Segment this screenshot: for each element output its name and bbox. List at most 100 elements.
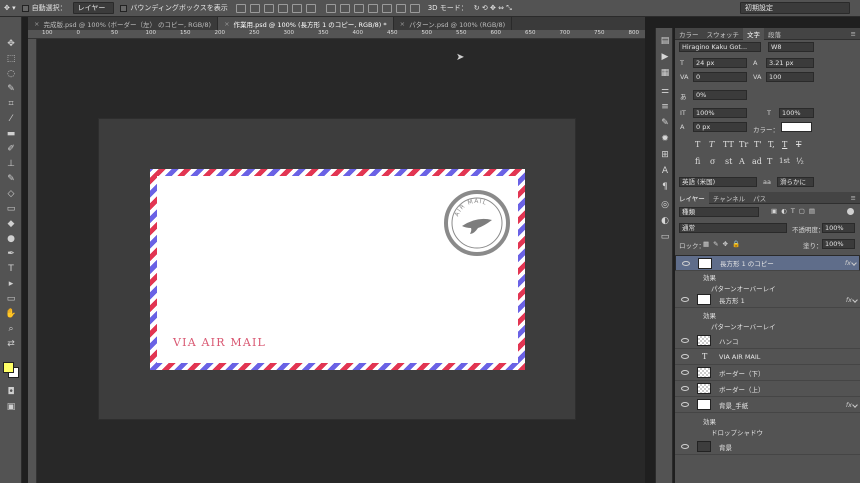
visibility-eye-icon[interactable]	[681, 297, 689, 302]
visibility-eye-icon[interactable]	[681, 370, 689, 375]
layer-row[interactable]: 背景	[675, 439, 860, 455]
small-caps-toggle[interactable]: Tr	[739, 140, 748, 149]
history-panel-icon[interactable]: ▤	[659, 36, 671, 46]
superscript-toggle[interactable]: T'	[754, 140, 762, 149]
subscript-toggle[interactable]: T,	[768, 140, 775, 149]
slide-3d-icon[interactable]: ⇔	[498, 4, 504, 12]
visibility-eye-icon[interactable]	[681, 338, 689, 343]
leading-field[interactable]: 3.21 px	[766, 58, 814, 68]
distribute-left-icon[interactable]	[367, 3, 378, 13]
faux-italic-toggle[interactable]: T	[709, 140, 714, 149]
3d-panel-icon[interactable]: ◎	[659, 200, 671, 210]
align-buttons[interactable]	[234, 2, 318, 15]
tsume-field[interactable]: 0%	[693, 90, 747, 100]
layer-row[interactable]: ハンコ	[675, 333, 860, 349]
align-hcenter-icon[interactable]	[291, 3, 302, 13]
layer-row[interactable]: T VIA AIR MAIL	[675, 349, 860, 365]
tab-completed-psd[interactable]: × 完成版.psd @ 100% (ボーダー（左） のコピー, RGB/8)	[28, 17, 219, 30]
bounding-box-checkbox[interactable]: バウンディングボックスを表示	[120, 2, 228, 15]
fractions-toggle[interactable]: ½	[796, 157, 804, 166]
strikethrough-toggle[interactable]: T	[796, 140, 801, 149]
crop-tool-icon[interactable]: ⌗	[5, 99, 17, 109]
lasso-tool-icon[interactable]: ◌	[5, 69, 17, 79]
panel-menu-icon[interactable]: ≡	[847, 28, 860, 40]
gradient-tool-icon[interactable]: ▭	[5, 204, 17, 214]
horizontal-ruler[interactable]: 100 0 50 100 150 200 250 300 350 400 450 500 550 600 6…	[28, 30, 645, 39]
align-vcenter-icon[interactable]	[249, 3, 260, 13]
ordinals-toggle[interactable]: 1st	[779, 157, 790, 165]
tab-color[interactable]: カラー	[675, 28, 703, 40]
language-dropdown[interactable]: 英語 (米国)	[679, 177, 757, 187]
tab-work-psd[interactable]: × 作業用.psd @ 100% (長方形 1 のコピー, RGB/8) *	[218, 17, 394, 30]
zoom-tool-icon[interactable]: ⌕	[5, 324, 17, 334]
stamp-tool-icon[interactable]: ⊥	[5, 159, 17, 169]
tab-character[interactable]: 文字	[743, 27, 764, 40]
healing-tool-icon[interactable]: ▬	[5, 129, 17, 139]
scale-3d-icon[interactable]: ⤡	[506, 4, 512, 13]
align-top-icon[interactable]	[235, 3, 246, 13]
expand-chevron-icon[interactable]	[852, 296, 858, 303]
ligatures-toggle[interactable]: fi	[695, 157, 700, 166]
foreground-color-swatch[interactable]	[3, 362, 14, 373]
layer-row[interactable]: ボーダー（下）	[675, 365, 860, 381]
stylistic-alternates-toggle[interactable]: ad	[752, 157, 762, 166]
auto-select-dropdown[interactable]: レイヤー	[72, 2, 115, 14]
tab-pattern-psd[interactable]: × パターン.psd @ 100% (RGB/8)	[394, 17, 513, 30]
adjustments-panel-icon[interactable]: ⚌	[659, 86, 671, 96]
workspace-dropdown[interactable]: 初期設定	[740, 2, 850, 14]
layer-filter-icons[interactable]: ▣◐T▢▤	[771, 207, 819, 215]
filter-toggle-icon[interactable]	[847, 208, 854, 215]
close-icon[interactable]: ×	[224, 20, 229, 28]
rotate-3d-icon[interactable]: ↻	[474, 4, 480, 12]
quick-mask-icon[interactable]: ◘	[5, 387, 17, 397]
baseline-shift-field[interactable]: 0 px	[693, 122, 747, 132]
brush-tool-icon[interactable]: ✐	[5, 144, 17, 154]
underline-toggle[interactable]: T	[782, 140, 787, 149]
swap-colors-icon[interactable]: ⇄	[5, 339, 17, 349]
align-left-icon[interactable]	[277, 3, 288, 13]
pen-tool-icon[interactable]: ✒	[5, 249, 17, 259]
visibility-eye-icon[interactable]	[681, 354, 689, 359]
distribute-vcenter-icon[interactable]	[339, 3, 350, 13]
roll-3d-icon[interactable]: ⟲	[482, 4, 488, 12]
mode-3d-buttons[interactable]: ↻ ⟲ ✥ ⇔ ⤡	[474, 2, 512, 15]
layer-row[interactable]: 長方形 1 のコピー fx	[675, 255, 860, 271]
horizontal-scale-field[interactable]: 100%	[779, 108, 814, 118]
layer-row[interactable]: ボーダー（上）	[675, 381, 860, 397]
visibility-eye-icon[interactable]	[681, 386, 689, 391]
quick-select-tool-icon[interactable]: ✎	[5, 84, 17, 94]
layer-row[interactable]: 背景_手紙 fx	[675, 397, 860, 413]
visibility-eye-icon[interactable]	[682, 260, 690, 266]
discretionary-ligatures-toggle[interactable]: st	[725, 157, 732, 166]
tracking-field[interactable]: 100	[766, 72, 814, 82]
distribute-right-icon[interactable]	[395, 3, 406, 13]
properties-panel-icon[interactable]: ≡	[659, 102, 671, 112]
font-size-field[interactable]: 24 px	[693, 58, 747, 68]
move-tool-preset[interactable]: ✥ ▾	[4, 2, 16, 15]
faux-bold-toggle[interactable]: T	[695, 140, 700, 149]
path-select-tool-icon[interactable]: ▸	[5, 279, 17, 289]
panel-menu-icon[interactable]: ≡	[847, 192, 860, 204]
eyedropper-tool-icon[interactable]: ⁄	[5, 114, 17, 124]
close-icon[interactable]: ×	[400, 20, 405, 28]
history-brush-tool-icon[interactable]: ✎	[5, 174, 17, 184]
close-icon[interactable]: ×	[34, 20, 39, 28]
old-style-toggle[interactable]: σ	[710, 157, 715, 166]
notes-panel-icon[interactable]: ▭	[659, 232, 671, 242]
marquee-tool-icon[interactable]: ⬚	[5, 54, 17, 64]
all-caps-toggle[interactable]: TT	[723, 140, 734, 149]
expand-chevron-icon[interactable]	[852, 401, 858, 408]
tab-channels[interactable]: チャンネル	[709, 192, 749, 204]
kerning-field[interactable]: 0	[693, 72, 747, 82]
expand-chevron-icon[interactable]	[851, 260, 857, 266]
align-right-icon[interactable]	[305, 3, 316, 13]
font-family-dropdown[interactable]: Hiragino Kaku Got...	[679, 42, 761, 52]
tool-presets-icon[interactable]: ⊞	[659, 150, 671, 160]
tab-swatches[interactable]: スウォッチ	[703, 28, 744, 40]
auto-select-checkbox[interactable]: 自動選択：	[21, 2, 67, 15]
move-tool-icon[interactable]: ✥	[5, 39, 17, 49]
distribute-hcenter-icon[interactable]	[381, 3, 392, 13]
font-style-dropdown[interactable]: W8	[768, 42, 814, 52]
paragraph-panel-icon[interactable]: ¶	[659, 182, 671, 192]
vertical-scale-field[interactable]: 100%	[693, 108, 747, 118]
